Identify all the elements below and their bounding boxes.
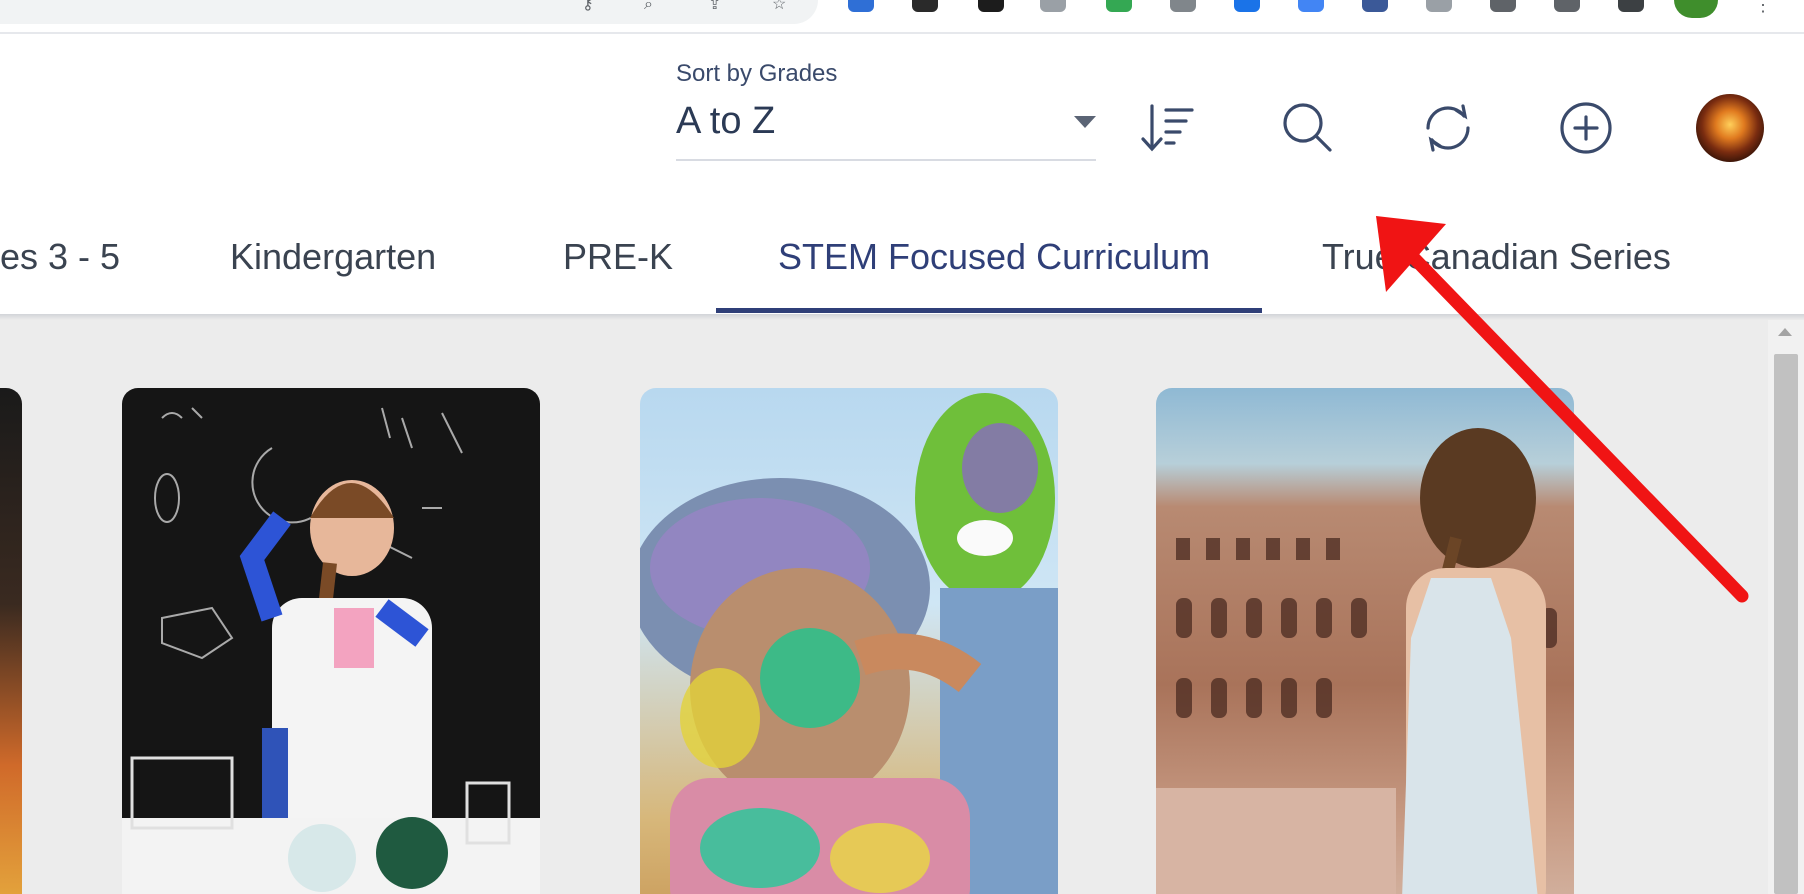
sort-label: Sort by Grades (676, 60, 838, 87)
extension-icon[interactable] (1234, 0, 1260, 12)
card-image (122, 407, 540, 894)
key-icon[interactable]: ⚷ (582, 0, 594, 14)
tab-grades-3-5[interactable]: es 3 - 5 (0, 236, 120, 278)
curriculum-card[interactable] (640, 388, 1058, 894)
active-tab-indicator (716, 308, 1262, 313)
browser-menu-icon[interactable]: ⋮ (1754, 0, 1772, 14)
curriculum-card[interactable] (0, 388, 22, 894)
extension-icon[interactable] (1554, 0, 1580, 12)
extension-icon[interactable] (848, 0, 874, 12)
browser-profile-icon[interactable] (1674, 0, 1718, 18)
refresh-button[interactable] (1416, 96, 1480, 160)
extensions-puzzle-icon[interactable] (1490, 0, 1516, 12)
address-bar[interactable]: ⚷ ⌕ ⇪ ☆ (0, 0, 818, 24)
search-button[interactable] (1276, 96, 1340, 160)
curriculum-card[interactable] (1156, 388, 1574, 894)
share-icon[interactable]: ⇪ (708, 0, 721, 14)
extension-icon[interactable] (1040, 0, 1066, 12)
extension-icon[interactable] (1362, 0, 1388, 12)
sort-underline (676, 159, 1096, 161)
extension-icon[interactable] (912, 0, 938, 12)
extension-icon[interactable] (978, 0, 1004, 12)
extension-icon[interactable] (1106, 0, 1132, 12)
search-icon (1283, 103, 1332, 152)
card-image (640, 393, 1058, 894)
vertical-scrollbar[interactable] (1768, 320, 1804, 894)
extension-icon[interactable] (1298, 0, 1324, 12)
extension-icon[interactable] (1426, 0, 1452, 12)
extension-icon[interactable] (1170, 0, 1196, 12)
card-image (1156, 428, 1557, 894)
refresh-icon (1426, 104, 1470, 152)
chevron-down-icon[interactable] (1074, 116, 1096, 128)
sort-selected-value[interactable]: A to Z (676, 100, 775, 143)
tab-stem-focused-curriculum[interactable]: STEM Focused Curriculum (778, 236, 1210, 278)
user-avatar[interactable] (1696, 94, 1764, 162)
bookmark-star-icon[interactable]: ☆ (772, 0, 786, 14)
scroll-up-arrow-icon[interactable] (1778, 328, 1792, 336)
browser-toolbar: ⚷ ⌕ ⇪ ☆ ⋮ (0, 0, 1804, 34)
curriculum-grid (0, 320, 1768, 894)
add-button[interactable] (1554, 96, 1618, 160)
curriculum-card[interactable] (122, 388, 540, 894)
category-tabs: es 3 - 5 Kindergarten PRE-K STEM Focused… (0, 218, 1804, 318)
tab-true-canadian-series[interactable]: True Canadian Series (1322, 236, 1671, 278)
scrollbar-thumb[interactable] (1774, 354, 1798, 894)
zoom-icon[interactable]: ⌕ (644, 0, 653, 14)
window-icon[interactable] (1618, 0, 1644, 12)
sort-order-icon (1141, 104, 1194, 152)
sort-order-button[interactable] (1136, 96, 1200, 160)
add-circle-icon (1560, 102, 1612, 154)
tab-pre-k[interactable]: PRE-K (563, 236, 673, 278)
tab-kindergarten[interactable]: Kindergarten (230, 236, 436, 278)
